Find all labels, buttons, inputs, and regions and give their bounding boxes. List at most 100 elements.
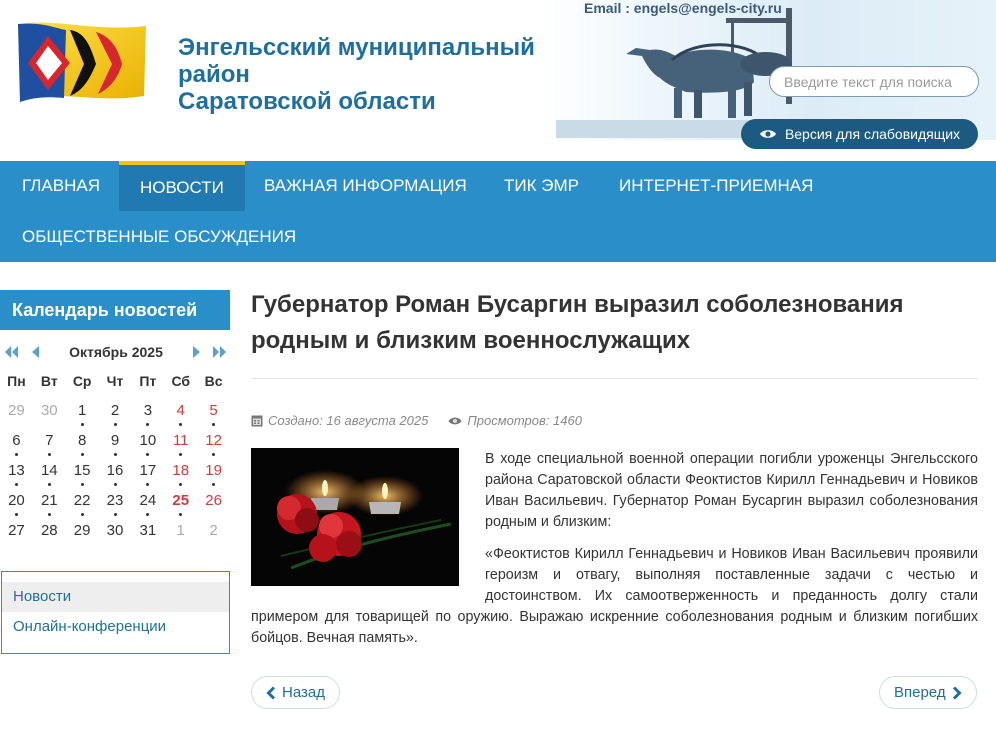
photo-spacer [251, 449, 485, 589]
calendar-day[interactable]: 17 [131, 460, 164, 490]
calendar-day-label: 28 [40, 522, 58, 539]
calendar-day-label: 2 [110, 402, 120, 419]
site-header: Энгельсский муниципальный район Саратовс… [0, 0, 996, 161]
weekday-label: Сб [171, 373, 191, 389]
calendar-day-label: 30 [106, 522, 124, 539]
calendar-day-label: 22 [73, 492, 91, 509]
calendar-day[interactable]: 21 [33, 490, 66, 520]
prev-year-icon[interactable] [3, 343, 19, 361]
nav-item-home[interactable]: ГЛАВНАЯ [1, 161, 121, 211]
chevron-left-icon [266, 685, 276, 700]
eye-icon [759, 130, 776, 138]
calendar-week: 27 28 29 30 31 1 2 [0, 520, 230, 550]
calendar-day[interactable]: 26 [197, 490, 230, 520]
calendar-day[interactable]: 24 [131, 490, 164, 520]
nav-item-news[interactable]: НОВОСТИ [119, 161, 245, 211]
calendar-day[interactable]: 22 [66, 490, 99, 520]
calendar-day[interactable]: 18 [164, 460, 197, 490]
calendar-day-label: 5 [209, 402, 218, 419]
view-count-text: Просмотров: 1460 [467, 413, 582, 428]
next-year-icon[interactable] [212, 343, 228, 361]
calendar-day[interactable]: 3 [131, 400, 164, 430]
calendar-day[interactable]: 4 [164, 400, 197, 430]
created-date-text: Создано: 16 августа 2025 [268, 413, 429, 428]
calendar-week: 13 14 15 16 17 18 19 [0, 460, 230, 490]
nav-item-important-info[interactable]: ВАЖНАЯ ИНФОРМАЦИЯ [243, 161, 488, 211]
weekday-label: Вт [40, 373, 58, 389]
flag-logo-icon[interactable] [14, 18, 150, 108]
calendar-grid: Пн Вт Ср Чт Пт Сб Вс 29 30 1 2 3 4 5 6 7… [0, 370, 230, 550]
calendar-day[interactable]: 15 [66, 460, 99, 490]
title-divider [251, 378, 978, 379]
calendar-day[interactable]: 14 [33, 460, 66, 490]
calendar-day[interactable]: 8 [66, 430, 99, 460]
calendar-day[interactable]: 23 [99, 490, 132, 520]
calendar-day: 27 [0, 520, 33, 550]
site-title[interactable]: Энгельсский муниципальный район Саратовс… [178, 34, 578, 115]
calendar-day: 30 [99, 520, 132, 550]
calendar-day-label: 9 [110, 432, 120, 449]
side-menu-item-news[interactable]: Новости [2, 582, 229, 612]
calendar-day: 1 [176, 522, 185, 539]
calendar-day-label: 31 [139, 522, 157, 539]
article-meta: Создано: 16 августа 2025 Просмотров: 146… [251, 413, 582, 428]
weekday-label: Пт [139, 373, 157, 389]
calendar-day[interactable]: 20 [0, 490, 33, 520]
weekday-label: Ср [72, 373, 92, 389]
calendar-day-label: 17 [139, 462, 157, 479]
calendar-day[interactable]: 6 [0, 430, 33, 460]
calendar-day-label: 20 [8, 492, 25, 509]
main-navigation: ГЛАВНАЯ НОВОСТИ ВАЖНАЯ ИНФОРМАЦИЯ ТИК ЭМ… [0, 161, 996, 262]
calendar-day-label: 14 [40, 462, 58, 479]
next-article-button[interactable]: Вперед [879, 676, 977, 709]
prev-month-icon[interactable] [29, 343, 41, 361]
calendar-day-today[interactable]: 25 [164, 490, 197, 520]
calendar-day-label: 16 [106, 462, 124, 479]
calendar-day[interactable]: 11 [164, 430, 197, 460]
calendar-day: 31 [131, 520, 164, 550]
calendar-weekdays: Пн Вт Ср Чт Пт Сб Вс [0, 370, 230, 400]
calendar-day-label: 4 [176, 402, 185, 419]
calendar-day[interactable]: 10 [131, 430, 164, 460]
calendar-day-label: 13 [8, 462, 25, 479]
eye-icon [448, 417, 462, 424]
nav-item-public-discussions[interactable]: ОБЩЕСТВЕННЫЕ ОБСУЖДЕНИЯ [1, 212, 317, 262]
site-title-line-1: Энгельсский муниципальный [178, 34, 535, 61]
calendar-day[interactable]: 7 [33, 430, 66, 460]
calendar-day[interactable]: 13 [0, 460, 33, 490]
calendar-day-label: 7 [45, 432, 54, 449]
created-date: Создано: 16 августа 2025 [251, 413, 428, 428]
contact-email[interactable]: Email : engels@engels-city.ru [584, 0, 782, 16]
article-title: Губернатор Роман Бусаргин выразил соболе… [251, 291, 904, 354]
calendar-day[interactable]: 12 [197, 430, 230, 460]
next-month-icon[interactable] [191, 343, 203, 361]
search-input[interactable] [769, 66, 979, 97]
calendar-day[interactable]: 1 [66, 400, 99, 430]
calendar-day-label: 29 [73, 522, 91, 539]
calendar-day-label: 6 [12, 432, 21, 449]
view-count: Просмотров: 1460 [448, 413, 582, 428]
calendar-day[interactable]: 19 [197, 460, 230, 490]
calendar-week: 29 30 1 2 3 4 5 [0, 400, 230, 430]
nav-item-internet-reception[interactable]: ИНТЕРНЕТ-ПРИЕМНАЯ [598, 161, 834, 211]
calendar-day-label: 27 [8, 522, 25, 539]
calendar-day[interactable]: 16 [99, 460, 132, 490]
calendar-day: 28 [33, 520, 66, 550]
calendar-day-label: 8 [77, 432, 87, 449]
calendar-day: 2 [209, 522, 218, 539]
calendar-day[interactable]: 9 [99, 430, 132, 460]
next-article-label: Вперед [894, 684, 946, 701]
prev-article-button[interactable]: Назад [251, 676, 340, 709]
accessibility-version-button[interactable]: Версия для слабовидящих [741, 119, 978, 149]
calendar-day-label: 24 [139, 492, 157, 509]
calendar-day-label: 25 [172, 492, 190, 509]
calendar-day-label: 1 [77, 402, 87, 419]
calendar-day[interactable]: 2 [99, 400, 132, 430]
prev-article-label: Назад [282, 684, 325, 701]
calendar-day[interactable]: 5 [197, 400, 230, 430]
nav-item-tik-emr[interactable]: ТИК ЭМР [483, 161, 600, 211]
calendar-title: Календарь новостей [0, 290, 230, 330]
side-menu: Новости Онлайн-конференции [1, 571, 230, 654]
side-menu-item-online-conferences[interactable]: Онлайн-конференции [2, 612, 229, 642]
chevron-right-icon [952, 685, 962, 700]
